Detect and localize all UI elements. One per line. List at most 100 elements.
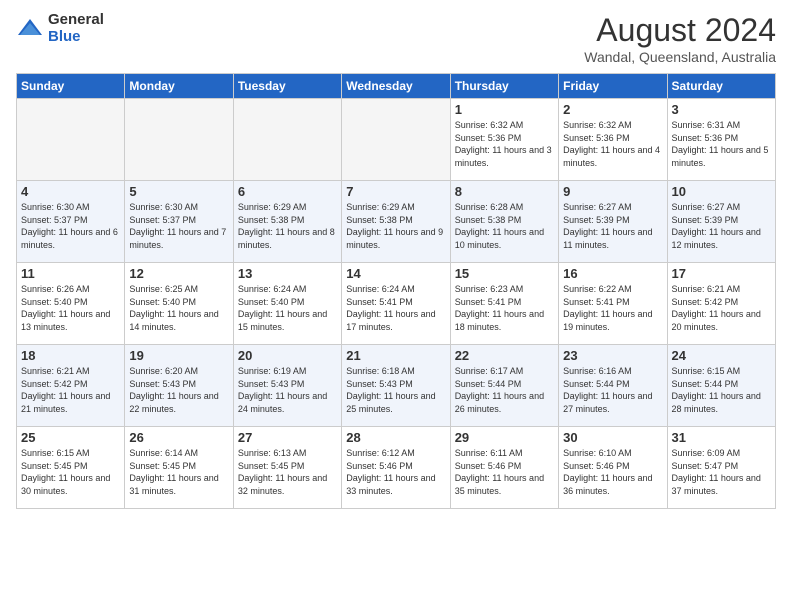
- day-info: Sunrise: 6:29 AMSunset: 5:38 PMDaylight:…: [238, 201, 337, 251]
- table-row: 15 Sunrise: 6:23 AMSunset: 5:41 PMDayligh…: [450, 263, 558, 345]
- day-info: Sunrise: 6:24 AMSunset: 5:40 PMDaylight:…: [238, 283, 337, 333]
- table-row: 19Sunrise: 6:20 AMSunset: 5:43 PMDayligh…: [125, 345, 233, 427]
- table-row: 17 Sunrise: 6:21 AMSunset: 5:42 PMDayligh…: [667, 263, 775, 345]
- day-info: Sunrise: 6:13 AMSunset: 5:45 PMDaylight:…: [238, 447, 337, 497]
- table-row: 2 Sunrise: 6:32 AMSunset: 5:36 PMDaylight…: [559, 99, 667, 181]
- day-number: 13: [238, 266, 337, 281]
- day-info: Sunrise: 6:12 AMSunset: 5:46 PMDaylight:…: [346, 447, 445, 497]
- day-info: Sunrise: 6:30 AMSunset: 5:37 PMDaylight:…: [21, 201, 120, 251]
- day-number: 12: [129, 266, 228, 281]
- day-number: 19: [129, 348, 228, 363]
- day-info: Sunrise: 6:11 AMSunset: 5:46 PMDaylight:…: [455, 447, 554, 497]
- logo-icon: [16, 15, 44, 43]
- table-row: 8 Sunrise: 6:28 AMSunset: 5:38 PMDaylight…: [450, 181, 558, 263]
- calendar-header-row: Sunday Monday Tuesday Wednesday Thursday…: [17, 74, 776, 99]
- day-number: 28: [346, 430, 445, 445]
- day-number: 29: [455, 430, 554, 445]
- calendar-week-row: 4 Sunrise: 6:30 AMSunset: 5:37 PMDaylight…: [17, 181, 776, 263]
- header-monday: Monday: [125, 74, 233, 99]
- table-row: 18 Sunrise: 6:21 AMSunset: 5:42 PMDayligh…: [17, 345, 125, 427]
- day-number: 27: [238, 430, 337, 445]
- table-row: 11 Sunrise: 6:26 AMSunset: 5:40 PMDayligh…: [17, 263, 125, 345]
- calendar-table: Sunday Monday Tuesday Wednesday Thursday…: [16, 73, 776, 509]
- day-number: 30: [563, 430, 662, 445]
- header-wednesday: Wednesday: [342, 74, 450, 99]
- table-row: 21 Sunrise: 6:18 AMSunset: 5:43 PMDayligh…: [342, 345, 450, 427]
- table-row: 20 Sunrise: 6:19 AMSunset: 5:43 PMDayligh…: [233, 345, 341, 427]
- header-saturday: Saturday: [667, 74, 775, 99]
- table-row: [125, 99, 233, 181]
- calendar-week-row: 25 Sunrise: 6:15 AMSunset: 5:45 PMDayligh…: [17, 427, 776, 509]
- day-number: 5: [129, 184, 228, 199]
- day-number: 24: [672, 348, 771, 363]
- table-row: 13 Sunrise: 6:24 AMSunset: 5:40 PMDayligh…: [233, 263, 341, 345]
- table-row: 10 Sunrise: 6:27 AMSunset: 5:39 PMDayligh…: [667, 181, 775, 263]
- table-row: 31 Sunrise: 6:09 AMSunset: 5:47 PMDayligh…: [667, 427, 775, 509]
- day-number: 6: [238, 184, 337, 199]
- table-row: 6 Sunrise: 6:29 AMSunset: 5:38 PMDaylight…: [233, 181, 341, 263]
- table-row: 9 Sunrise: 6:27 AMSunset: 5:39 PMDaylight…: [559, 181, 667, 263]
- day-info: Sunrise: 6:32 AMSunset: 5:36 PMDaylight:…: [455, 119, 554, 169]
- table-row: 22 Sunrise: 6:17 AMSunset: 5:44 PMDayligh…: [450, 345, 558, 427]
- day-info: Sunrise: 6:28 AMSunset: 5:38 PMDaylight:…: [455, 201, 554, 251]
- day-number: 8: [455, 184, 554, 199]
- day-info: Sunrise: 6:21 AMSunset: 5:42 PMDaylight:…: [21, 365, 120, 415]
- day-number: 3: [672, 102, 771, 117]
- day-info: Sunrise: 6:19 AMSunset: 5:43 PMDaylight:…: [238, 365, 337, 415]
- header-tuesday: Tuesday: [233, 74, 341, 99]
- day-info: Sunrise: 6:25 AMSunset: 5:40 PMDaylight:…: [129, 283, 228, 333]
- location-subtitle: Wandal, Queensland, Australia: [584, 49, 776, 65]
- table-row: 1Sunrise: 6:32 AMSunset: 5:36 PMDaylight…: [450, 99, 558, 181]
- table-row: 29 Sunrise: 6:11 AMSunset: 5:46 PMDayligh…: [450, 427, 558, 509]
- table-row: 30Sunrise: 6:10 AMSunset: 5:46 PMDayligh…: [559, 427, 667, 509]
- day-info: Sunrise: 6:24 AMSunset: 5:41 PMDaylight:…: [346, 283, 445, 333]
- day-number: 21: [346, 348, 445, 363]
- day-number: 11: [21, 266, 120, 281]
- day-info: Sunrise: 6:14 AMSunset: 5:45 PMDaylight:…: [129, 447, 228, 497]
- day-info: Sunrise: 6:32 AMSunset: 5:36 PMDaylight:…: [563, 119, 662, 169]
- day-number: 15: [455, 266, 554, 281]
- day-info: Sunrise: 6:27 AMSunset: 5:39 PMDaylight:…: [563, 201, 662, 251]
- day-info: Sunrise: 6:15 AMSunset: 5:44 PMDaylight:…: [672, 365, 771, 415]
- day-info: Sunrise: 6:27 AMSunset: 5:39 PMDaylight:…: [672, 201, 771, 251]
- day-number: 10: [672, 184, 771, 199]
- day-number: 14: [346, 266, 445, 281]
- day-info: Sunrise: 6:23 AMSunset: 5:41 PMDaylight:…: [455, 283, 554, 333]
- month-title: August 2024: [584, 12, 776, 49]
- day-number: 20: [238, 348, 337, 363]
- day-number: 2: [563, 102, 662, 117]
- table-row: 28 Sunrise: 6:12 AMSunset: 5:46 PMDayligh…: [342, 427, 450, 509]
- logo-general-label: General: [48, 12, 104, 29]
- table-row: 25 Sunrise: 6:15 AMSunset: 5:45 PMDayligh…: [17, 427, 125, 509]
- day-info: Sunrise: 6:18 AMSunset: 5:43 PMDaylight:…: [346, 365, 445, 415]
- day-info: Sunrise: 6:31 AMSunset: 5:36 PMDaylight:…: [672, 119, 771, 169]
- table-row: 26 Sunrise: 6:14 AMSunset: 5:45 PMDayligh…: [125, 427, 233, 509]
- day-info: Sunrise: 6:15 AMSunset: 5:45 PMDaylight:…: [21, 447, 120, 497]
- day-number: 9: [563, 184, 662, 199]
- table-row: 7Sunrise: 6:29 AMSunset: 5:38 PMDaylight…: [342, 181, 450, 263]
- day-number: 4: [21, 184, 120, 199]
- day-info: Sunrise: 6:21 AMSunset: 5:42 PMDaylight:…: [672, 283, 771, 333]
- day-info: Sunrise: 6:26 AMSunset: 5:40 PMDaylight:…: [21, 283, 120, 333]
- day-info: Sunrise: 6:09 AMSunset: 5:47 PMDaylight:…: [672, 447, 771, 497]
- day-number: 22: [455, 348, 554, 363]
- logo: General Blue: [16, 12, 104, 45]
- calendar-week-row: 1Sunrise: 6:32 AMSunset: 5:36 PMDaylight…: [17, 99, 776, 181]
- day-number: 25: [21, 430, 120, 445]
- day-number: 17: [672, 266, 771, 281]
- logo-text: General Blue: [48, 12, 104, 45]
- day-number: 23: [563, 348, 662, 363]
- calendar-week-row: 18 Sunrise: 6:21 AMSunset: 5:42 PMDayligh…: [17, 345, 776, 427]
- table-row: 24 Sunrise: 6:15 AMSunset: 5:44 PMDayligh…: [667, 345, 775, 427]
- title-block: August 2024 Wandal, Queensland, Australi…: [584, 12, 776, 65]
- table-row: [233, 99, 341, 181]
- logo-blue-label: Blue: [48, 29, 104, 46]
- header-thursday: Thursday: [450, 74, 558, 99]
- day-number: 31: [672, 430, 771, 445]
- day-info: Sunrise: 6:30 AMSunset: 5:37 PMDaylight:…: [129, 201, 228, 251]
- day-number: 26: [129, 430, 228, 445]
- table-row: 12 Sunrise: 6:25 AMSunset: 5:40 PMDayligh…: [125, 263, 233, 345]
- day-info: Sunrise: 6:22 AMSunset: 5:41 PMDaylight:…: [563, 283, 662, 333]
- day-info: Sunrise: 6:17 AMSunset: 5:44 PMDaylight:…: [455, 365, 554, 415]
- day-number: 18: [21, 348, 120, 363]
